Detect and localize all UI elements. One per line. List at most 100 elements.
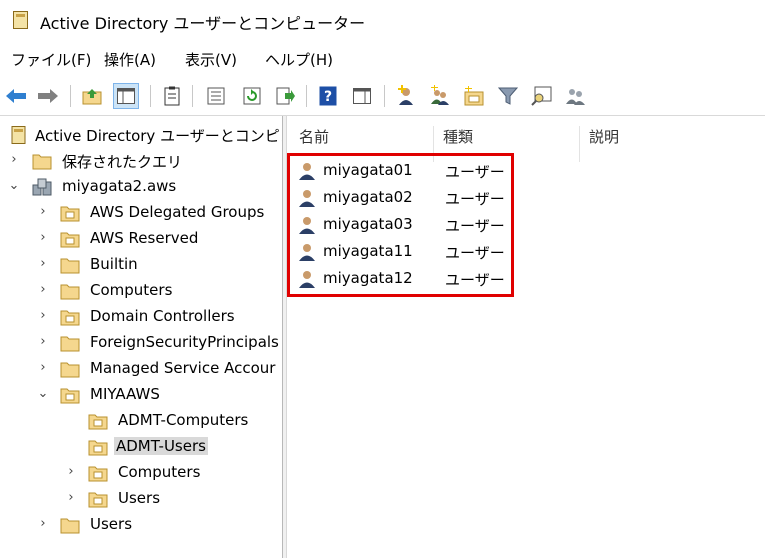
- tree-item-users[interactable]: › Users: [0, 512, 282, 538]
- user-icon: [299, 271, 315, 288]
- column-header-name[interactable]: 名前: [299, 126, 329, 147]
- action-pane-icon[interactable]: [350, 84, 374, 108]
- tree-item-miyaaws-computers[interactable]: › Computers: [0, 460, 282, 486]
- app-icon: [13, 11, 28, 29]
- new-user-icon[interactable]: [394, 84, 418, 108]
- tree-item-miyaaws[interactable]: ⌄ MIYAAWS: [0, 382, 282, 408]
- tree-root[interactable]: Active Directory ユーザーとコンピュー: [0, 122, 282, 148]
- tree-root-label: Active Directory ユーザーとコンピュー: [35, 127, 282, 145]
- expand-chevron-icon[interactable]: ›: [64, 490, 78, 506]
- back-arrow-icon[interactable]: [4, 84, 28, 108]
- list-item-name: miyagata03: [323, 215, 413, 233]
- refresh-icon[interactable]: [240, 84, 264, 108]
- expand-chevron-icon[interactable]: ›: [36, 256, 50, 272]
- tree-item-label-selected: ADMT-Users: [114, 437, 208, 455]
- collapse-chevron-icon[interactable]: ⌄: [7, 178, 21, 194]
- filter-icon[interactable]: [496, 84, 520, 108]
- properties-icon[interactable]: [204, 84, 228, 108]
- title-bar: Active Directory ユーザーとコンピューター: [0, 0, 765, 40]
- tree-item-label: AWS Reserved: [90, 229, 199, 247]
- find-icon[interactable]: [530, 84, 554, 108]
- list-item[interactable]: miyagata12 ユーザー: [295, 266, 515, 292]
- list-item-name: miyagata01: [323, 161, 413, 179]
- tree-item-saved-queries[interactable]: › 保存されたクエリ: [0, 148, 282, 174]
- show-tree-icon[interactable]: [113, 83, 139, 109]
- collapse-chevron-icon[interactable]: ⌄: [36, 386, 50, 402]
- tree-item-foreign-security-principals[interactable]: › ForeignSecurityPrincipals: [0, 330, 282, 356]
- user-icon: [299, 163, 315, 180]
- list-item[interactable]: miyagata02 ユーザー: [295, 185, 515, 211]
- expand-chevron-icon[interactable]: ›: [36, 282, 50, 298]
- list-item-type: ユーザー: [445, 190, 505, 208]
- tree-item-label: miyagata2.aws: [62, 177, 177, 195]
- expand-chevron-icon[interactable]: ›: [64, 464, 78, 480]
- user-icon: [299, 190, 315, 207]
- folder-icon: [32, 154, 52, 170]
- help-icon[interactable]: ?: [316, 84, 340, 108]
- aduc-snapin-icon: [11, 126, 26, 144]
- list-item-type: ユーザー: [445, 163, 505, 181]
- menu-view[interactable]: 表示(V): [185, 49, 237, 70]
- new-ou-icon[interactable]: [462, 84, 486, 108]
- menu-help[interactable]: ヘルプ(H): [265, 49, 333, 70]
- ou-folder-icon: [88, 414, 108, 430]
- ou-folder-icon: [88, 466, 108, 482]
- new-group-icon[interactable]: [428, 84, 452, 108]
- tree-item-builtin[interactable]: › Builtin: [0, 252, 282, 278]
- tree-item-label: 保存されたクエリ: [62, 153, 183, 171]
- ou-folder-icon: [60, 232, 80, 248]
- tree-item-admt-computers[interactable]: ADMT-Computers: [0, 408, 282, 434]
- user-icon: [299, 217, 315, 234]
- column-header-type[interactable]: 種類: [443, 126, 473, 147]
- tree-item-domain[interactable]: ⌄ miyagata2.aws: [0, 174, 282, 200]
- tree-item-label: ForeignSecurityPrincipals: [90, 333, 279, 351]
- expand-chevron-icon[interactable]: ›: [36, 334, 50, 350]
- tree-item-label: ADMT-Computers: [118, 411, 249, 429]
- window-title: Active Directory ユーザーとコンピューター: [40, 14, 366, 33]
- export-list-icon[interactable]: [274, 84, 298, 108]
- list-item[interactable]: miyagata03 ユーザー: [295, 212, 515, 238]
- up-folder-icon[interactable]: [80, 84, 104, 108]
- user-icon: [299, 244, 315, 261]
- folder-icon: [60, 258, 80, 274]
- tree-item-aws-reserved[interactable]: › AWS Reserved: [0, 226, 282, 252]
- forward-arrow-icon[interactable]: [36, 84, 60, 108]
- domain-icon: [32, 178, 52, 196]
- list-pane: 名前 種類 説明 miyagata01 ユーザー miyagata02 ユーザー…: [287, 116, 765, 558]
- toolbar: ?: [0, 80, 765, 112]
- menu-action[interactable]: 操作(A): [104, 49, 156, 70]
- expand-chevron-icon[interactable]: ›: [36, 204, 50, 220]
- tree-item-label: Builtin: [90, 255, 138, 273]
- tree-item-label: Domain Controllers: [90, 307, 235, 325]
- column-header-description[interactable]: 説明: [589, 126, 619, 147]
- expand-chevron-icon[interactable]: ›: [36, 360, 50, 376]
- expand-chevron-icon[interactable]: ›: [36, 230, 50, 246]
- tree-item-aws-delegated-groups[interactable]: › AWS Delegated Groups: [0, 200, 282, 226]
- tree-item-miyaaws-users[interactable]: › Users: [0, 486, 282, 512]
- expand-chevron-icon[interactable]: ›: [7, 152, 21, 168]
- list-item-name: miyagata11: [323, 242, 413, 260]
- svg-text:?: ?: [324, 89, 332, 105]
- tree-item-managed-service-accounts[interactable]: › Managed Service Accour: [0, 356, 282, 382]
- list-item-name: miyagata12: [323, 269, 413, 287]
- folder-icon: [60, 284, 80, 300]
- tree-item-computers[interactable]: › Computers: [0, 278, 282, 304]
- tree-item-label: Computers: [90, 281, 173, 299]
- menu-bar: ファイル(F) 操作(A) 表示(V) ヘルプ(H): [0, 44, 765, 74]
- tree-item-admt-users[interactable]: ADMT-Users: [0, 434, 282, 460]
- clipboard-icon[interactable]: [160, 84, 184, 108]
- tree-item-label: Users: [118, 489, 161, 507]
- menu-file[interactable]: ファイル(F): [11, 49, 91, 70]
- tree-item-label: AWS Delegated Groups: [90, 203, 265, 221]
- tree-item-domain-controllers[interactable]: › Domain Controllers: [0, 304, 282, 330]
- tree-item-label: Managed Service Accour: [90, 359, 276, 377]
- ou-folder-icon: [60, 310, 80, 326]
- delegate-icon[interactable]: [564, 84, 588, 108]
- expand-chevron-icon[interactable]: ›: [36, 308, 50, 324]
- list-item[interactable]: miyagata01 ユーザー: [295, 158, 515, 184]
- tree-item-label: Computers: [118, 463, 201, 481]
- tree-item-label: Users: [90, 515, 133, 533]
- expand-chevron-icon[interactable]: ›: [36, 516, 50, 532]
- list-item[interactable]: miyagata11 ユーザー: [295, 239, 515, 265]
- ou-folder-icon: [60, 206, 80, 222]
